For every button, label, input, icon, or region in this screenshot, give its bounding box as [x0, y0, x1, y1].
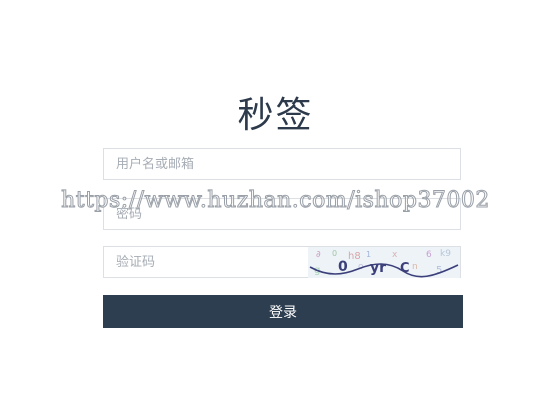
svg-text:0: 0 — [338, 259, 348, 275]
captcha-image[interactable]: ∂ 0 h8 1 x 6 k9 g o n 5 0 yr C — [308, 247, 460, 278]
svg-text:∂: ∂ — [316, 250, 321, 260]
svg-text:h8: h8 — [348, 251, 361, 262]
svg-text:C: C — [400, 261, 410, 276]
svg-text:1: 1 — [366, 250, 371, 259]
password-field[interactable] — [103, 198, 461, 230]
username-field[interactable] — [103, 148, 461, 180]
svg-text:6: 6 — [426, 250, 432, 260]
svg-text:k9: k9 — [440, 249, 451, 259]
captcha-field[interactable]: ∂ 0 h8 1 x 6 k9 g o n 5 0 yr C — [103, 246, 461, 278]
svg-text:yr: yr — [370, 260, 386, 276]
username-input[interactable] — [104, 149, 460, 179]
login-button[interactable]: 登录 — [103, 295, 463, 328]
svg-text:0: 0 — [332, 249, 337, 258]
captcha-input[interactable] — [104, 247, 309, 277]
password-input[interactable] — [104, 199, 460, 229]
svg-text:x: x — [392, 250, 398, 260]
login-page: 秒签 ∂ 0 h8 1 x 6 k9 g o n 5 0 yr C — [0, 0, 551, 402]
svg-text:n: n — [412, 262, 418, 272]
page-title: 秒签 — [237, 95, 314, 136]
